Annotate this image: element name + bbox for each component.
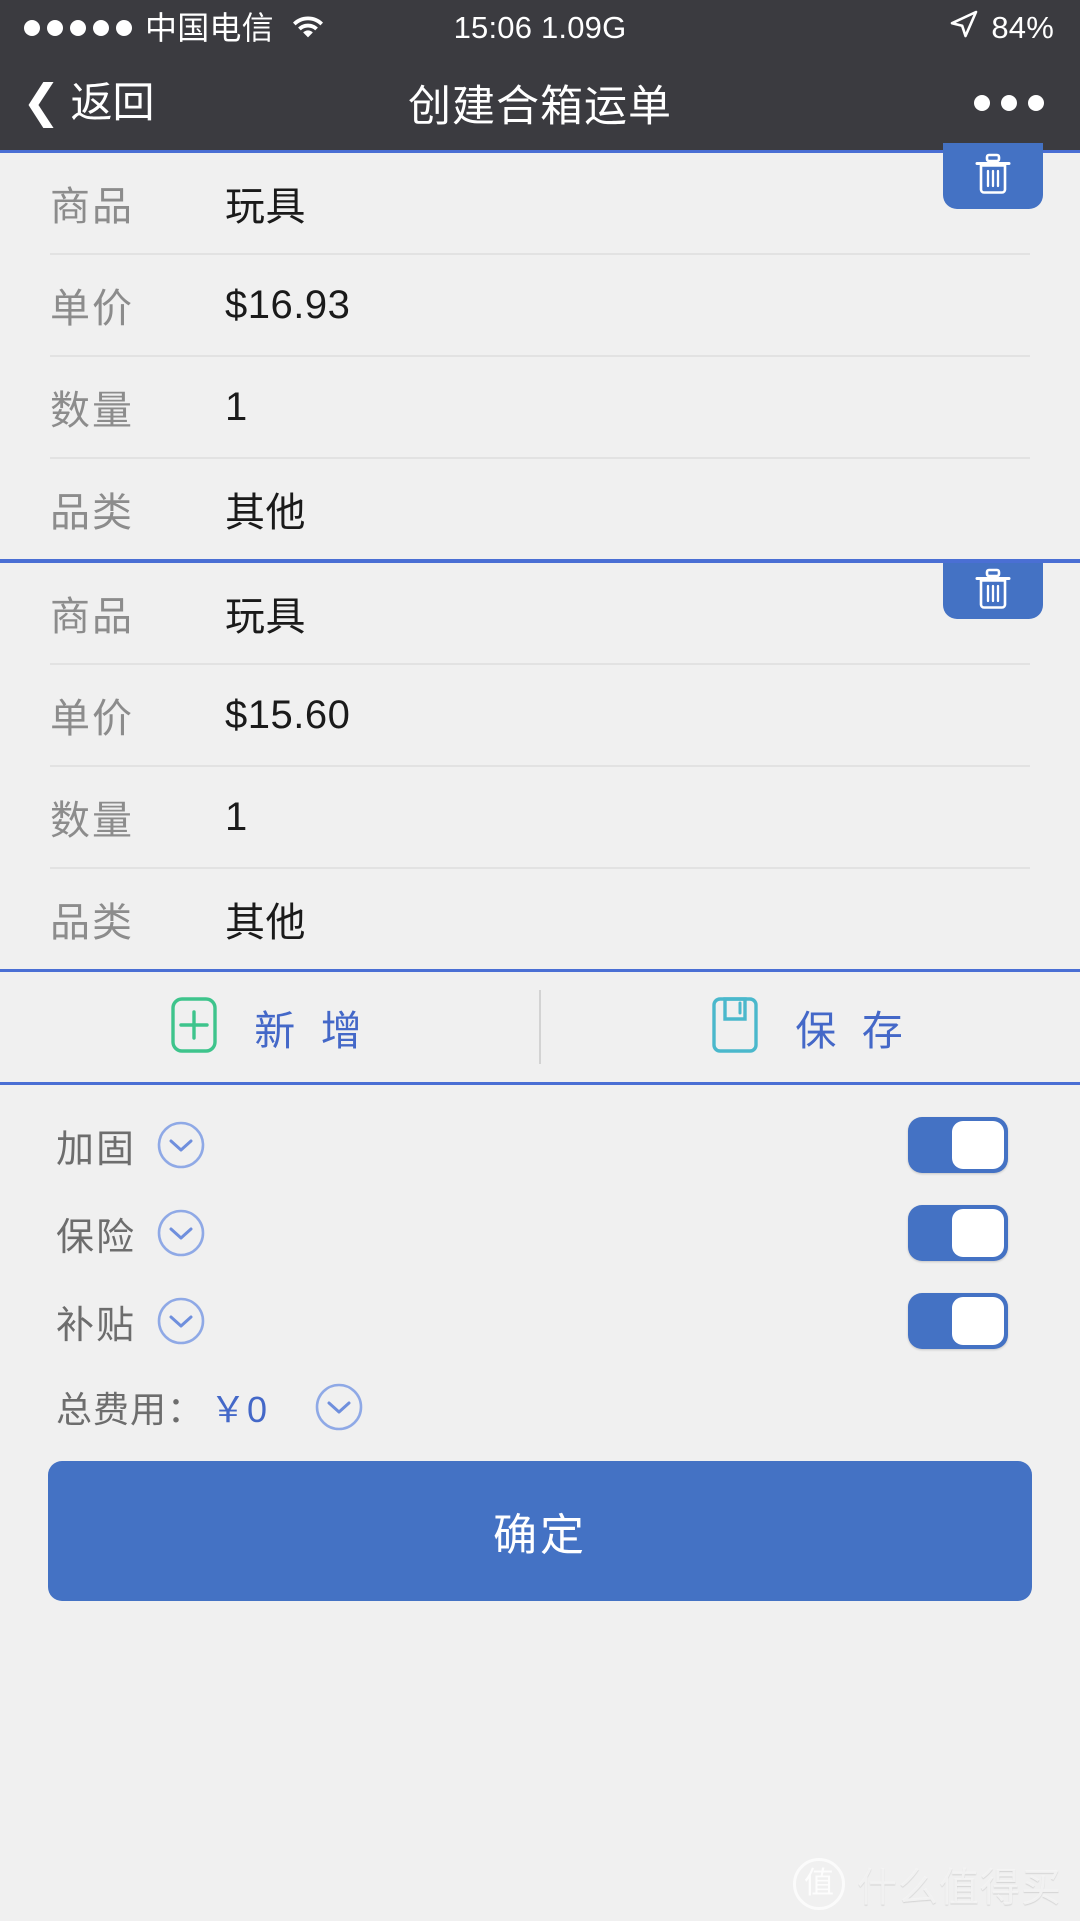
signal-strength-dots-icon bbox=[24, 20, 132, 36]
watermark-logo-icon: 值 bbox=[793, 1858, 845, 1910]
add-item-button[interactable]: 新 增 bbox=[0, 972, 539, 1082]
confirm-button-container: 确定 bbox=[0, 1449, 1080, 1601]
option-label: 补贴 bbox=[56, 1304, 137, 1347]
floppy-disk-icon bbox=[711, 996, 759, 1059]
field-value: 玩具 bbox=[225, 595, 306, 639]
field-label: 商品 bbox=[50, 185, 134, 229]
field-label: 品类 bbox=[50, 491, 134, 535]
field-value: $16.93 bbox=[225, 282, 351, 327]
item-action-bar: 新 增 保 存 bbox=[0, 969, 1080, 1085]
more-options-button[interactable] bbox=[974, 95, 1080, 111]
trash-icon bbox=[973, 567, 1013, 616]
option-toggle-insurance[interactable] bbox=[908, 1205, 1008, 1261]
item-fields: 商品 玩具 单价 $16.93 数量 1 品类 其他 bbox=[0, 153, 1080, 559]
option-toggle-reinforce[interactable] bbox=[908, 1117, 1008, 1173]
carrier-name: 中国电信 bbox=[145, 10, 274, 46]
back-button-label: 返回 bbox=[70, 79, 155, 126]
chevron-down-circle-icon[interactable] bbox=[156, 1296, 206, 1346]
field-value: $15.60 bbox=[225, 692, 351, 737]
more-horizontal-icon bbox=[974, 95, 990, 111]
toggle-knob bbox=[952, 1297, 1004, 1345]
page-title: 创建合箱运单 bbox=[408, 83, 672, 131]
options-section: 加固 保险 补贴 总费用： ￥0 bbox=[0, 1085, 1080, 1449]
watermark: 值 什么值得买 bbox=[793, 1855, 1062, 1913]
option-row-reinforce: 加固 bbox=[0, 1101, 1080, 1189]
delete-item-button[interactable] bbox=[943, 563, 1043, 619]
chevron-down-circle-icon[interactable] bbox=[314, 1382, 364, 1432]
battery-percentage: 84% bbox=[991, 10, 1054, 45]
back-button[interactable]: ❮ 返回 bbox=[0, 75, 155, 127]
field-label: 品类 bbox=[50, 901, 134, 945]
field-value: 玩具 bbox=[225, 185, 306, 229]
add-item-label: 新 增 bbox=[254, 1008, 369, 1054]
field-value: 1 bbox=[225, 384, 248, 429]
toggle-knob bbox=[952, 1121, 1004, 1169]
content-area: 商品 玩具 单价 $16.93 数量 1 品类 其他 商品 玩具 单价 $15.… bbox=[0, 143, 1080, 1601]
app-root: 中国电信 15:06 1.09G 84% ❮ 返回 创建合箱运单 商品 玩具 单… bbox=[0, 0, 1080, 1921]
field-label: 数量 bbox=[50, 389, 134, 433]
plus-box-icon bbox=[170, 996, 218, 1059]
item-fields: 商品 玩具 单价 $15.60 数量 1 品类 其他 bbox=[0, 563, 1080, 969]
field-value: 1 bbox=[225, 794, 248, 839]
status-bar-left: 中国电信 bbox=[0, 10, 325, 46]
status-bar: 中国电信 15:06 1.09G 84% bbox=[0, 0, 1080, 56]
field-row-product[interactable]: 商品 玩具 bbox=[50, 153, 1030, 255]
field-label: 单价 bbox=[50, 697, 134, 741]
chevron-left-icon: ❮ bbox=[22, 75, 61, 127]
field-value: 其他 bbox=[225, 491, 306, 535]
toggle-knob bbox=[952, 1209, 1004, 1257]
save-label: 保 存 bbox=[795, 1008, 910, 1054]
wifi-icon bbox=[291, 10, 325, 46]
delete-item-button[interactable] bbox=[943, 143, 1043, 209]
save-button[interactable]: 保 存 bbox=[541, 972, 1080, 1082]
total-fee-value: ￥0 bbox=[210, 1389, 269, 1430]
item-card: 商品 玩具 单价 $15.60 数量 1 品类 其他 bbox=[0, 559, 1080, 969]
field-row-category[interactable]: 品类 其他 bbox=[50, 459, 1030, 559]
field-row-unit-price[interactable]: 单价 $16.93 bbox=[50, 255, 1030, 357]
item-card: 商品 玩具 单价 $16.93 数量 1 品类 其他 bbox=[0, 143, 1080, 559]
field-row-category[interactable]: 品类 其他 bbox=[50, 869, 1030, 969]
watermark-text: 什么值得买 bbox=[857, 1866, 1062, 1910]
option-toggle-subsidy[interactable] bbox=[908, 1293, 1008, 1349]
field-row-quantity[interactable]: 数量 1 bbox=[50, 767, 1030, 869]
field-label: 数量 bbox=[50, 799, 134, 843]
field-row-unit-price[interactable]: 单价 $15.60 bbox=[50, 665, 1030, 767]
field-label: 单价 bbox=[50, 287, 134, 331]
field-label: 商品 bbox=[50, 595, 134, 639]
trash-icon bbox=[973, 152, 1013, 201]
confirm-button[interactable]: 确定 bbox=[48, 1461, 1032, 1601]
chevron-down-circle-icon[interactable] bbox=[156, 1208, 206, 1258]
field-value: 其他 bbox=[225, 901, 306, 945]
location-arrow-icon bbox=[949, 9, 979, 47]
option-label: 加固 bbox=[56, 1128, 137, 1171]
total-fee-row: 总费用： ￥0 bbox=[0, 1365, 1080, 1449]
option-label: 保险 bbox=[56, 1216, 137, 1259]
field-row-product[interactable]: 商品 玩具 bbox=[50, 563, 1030, 665]
option-row-insurance: 保险 bbox=[0, 1189, 1080, 1277]
nav-bar: ❮ 返回 创建合箱运单 bbox=[0, 56, 1080, 153]
field-row-quantity[interactable]: 数量 1 bbox=[50, 357, 1030, 459]
chevron-down-circle-icon[interactable] bbox=[156, 1120, 206, 1170]
status-bar-right: 84% bbox=[949, 9, 1080, 47]
option-row-subsidy: 补贴 bbox=[0, 1277, 1080, 1365]
total-fee-label: 总费用： bbox=[56, 1389, 205, 1430]
